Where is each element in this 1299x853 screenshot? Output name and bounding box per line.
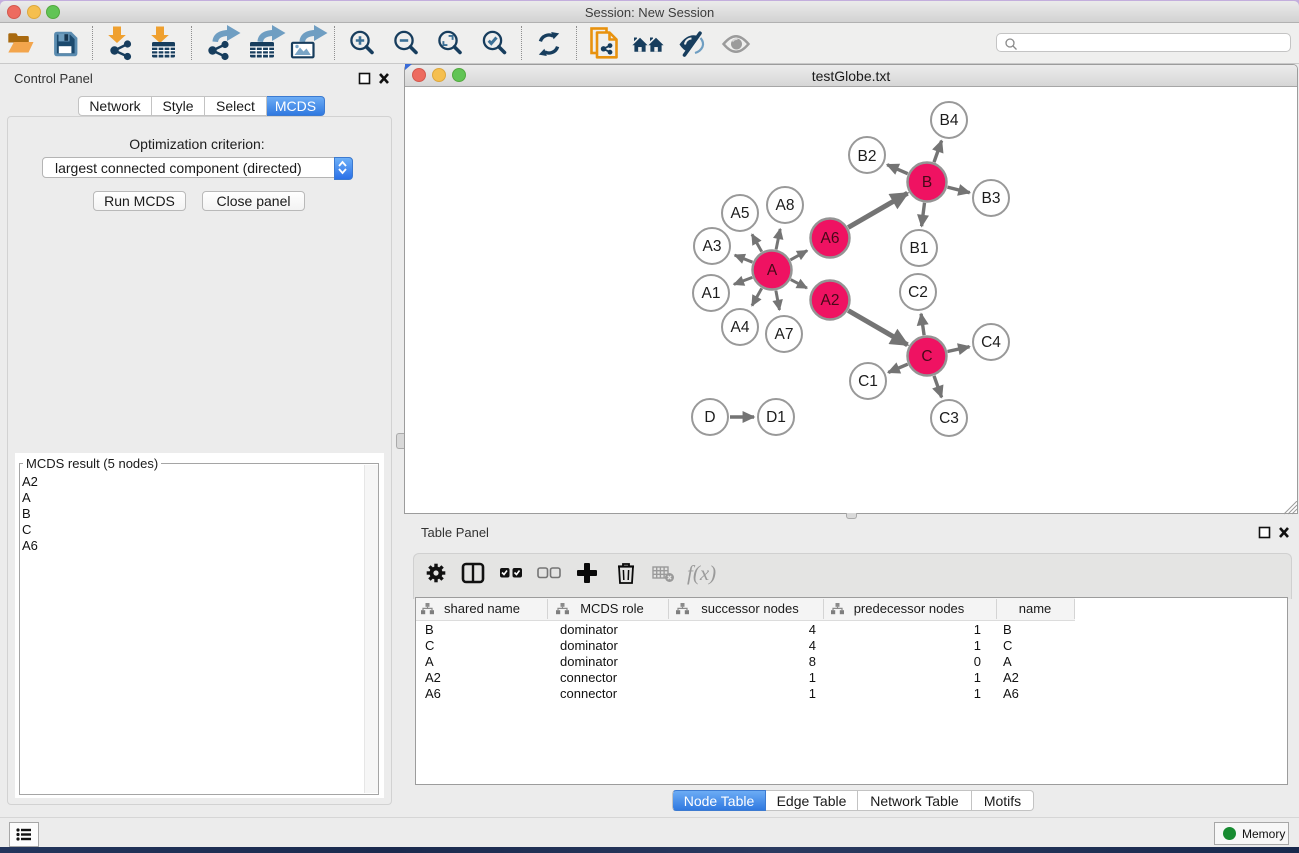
svg-text:A2: A2 (1003, 670, 1019, 685)
svg-text:A2: A2 (821, 292, 840, 309)
svg-text:B: B (1003, 622, 1012, 637)
svg-text:C4: C4 (981, 334, 1001, 351)
svg-text:B1: B1 (910, 240, 929, 257)
svg-text:A6: A6 (1003, 686, 1019, 701)
svg-text:C: C (425, 638, 434, 653)
svg-text:A8: A8 (776, 197, 795, 214)
svg-text:name: name (1019, 601, 1052, 616)
svg-text:predecessor nodes: predecessor nodes (854, 601, 965, 616)
svg-text:0: 0 (974, 654, 981, 669)
svg-text:A: A (425, 654, 434, 669)
svg-text:B: B (922, 174, 932, 191)
svg-text:1: 1 (974, 686, 981, 701)
svg-text:successor nodes: successor nodes (701, 601, 799, 616)
svg-text:1: 1 (809, 670, 816, 685)
svg-text:A7: A7 (775, 326, 794, 343)
svg-text:A: A (767, 262, 778, 279)
svg-text:connector: connector (560, 686, 618, 701)
svg-text:B: B (425, 622, 434, 637)
svg-text:8: 8 (809, 654, 816, 669)
svg-text:A: A (1003, 654, 1012, 669)
svg-text:dominator: dominator (560, 638, 618, 653)
svg-text:B4: B4 (940, 112, 959, 129)
svg-text:C1: C1 (858, 373, 878, 390)
svg-text:f(x): f(x) (687, 561, 716, 585)
svg-text:4: 4 (809, 638, 816, 653)
svg-text:1: 1 (974, 670, 981, 685)
svg-text:1: 1 (974, 622, 981, 637)
svg-text:A5: A5 (731, 205, 750, 222)
svg-text:C3: C3 (939, 410, 959, 427)
svg-text:dominator: dominator (560, 654, 618, 669)
svg-text:1: 1 (809, 686, 816, 701)
svg-text:A6: A6 (821, 230, 840, 247)
svg-text:D1: D1 (766, 409, 786, 426)
svg-text:shared name: shared name (444, 601, 520, 616)
svg-text:A1: A1 (702, 285, 721, 302)
svg-text:MCDS role: MCDS role (580, 601, 644, 616)
svg-text:B3: B3 (982, 190, 1001, 207)
svg-text:D: D (704, 409, 715, 426)
svg-text:C2: C2 (908, 284, 928, 301)
svg-text:A2: A2 (425, 670, 441, 685)
svg-text:connector: connector (560, 670, 618, 685)
svg-text:1: 1 (974, 638, 981, 653)
svg-text:B2: B2 (858, 148, 877, 165)
svg-text:A4: A4 (731, 319, 750, 336)
svg-text:A3: A3 (703, 238, 722, 255)
svg-text:4: 4 (809, 622, 816, 637)
svg-text:dominator: dominator (560, 622, 618, 637)
svg-text:C: C (921, 348, 932, 365)
svg-text:C: C (1003, 638, 1012, 653)
svg-text:A6: A6 (425, 686, 441, 701)
